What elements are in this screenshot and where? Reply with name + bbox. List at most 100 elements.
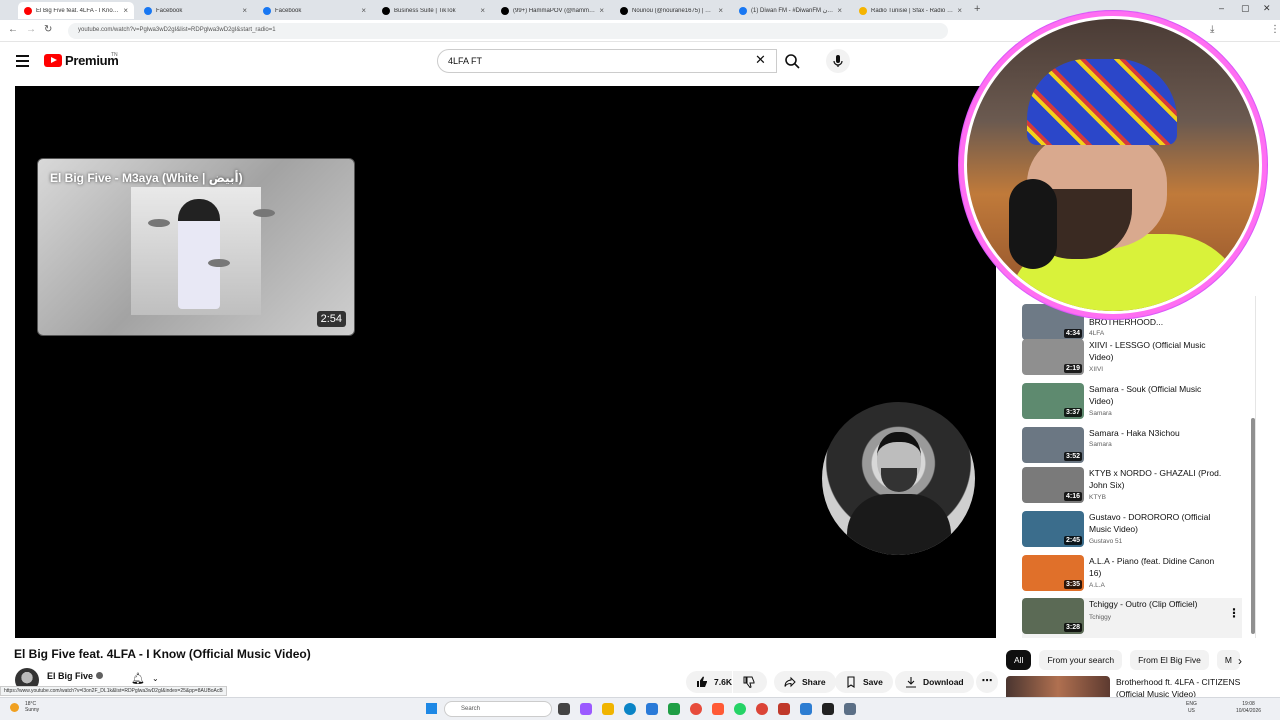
- video-thumbnail: 3:35: [1022, 555, 1084, 591]
- youtube-premium-logo[interactable]: Premium TN: [44, 52, 119, 68]
- taskbar-search[interactable]: Search: [444, 701, 552, 717]
- close-window-icon[interactable]: ✕: [1263, 3, 1271, 14]
- video-player[interactable]: El Big Five - M3aya (White | أبيض) 2:54: [15, 86, 996, 638]
- facebook-favicon-icon: [263, 6, 271, 15]
- browser-tab-tiktok-hammapov[interactable]: (99+) HammaPOV (@hammapo ×: [495, 2, 610, 19]
- clear-search-icon[interactable]: ✕: [755, 52, 766, 68]
- app-icon[interactable]: [822, 703, 834, 715]
- close-tab-icon[interactable]: ×: [123, 6, 128, 15]
- duration-badge: 3:52: [1063, 452, 1082, 461]
- channel-name: Samara: [1089, 441, 1112, 448]
- avatar-body-shape: [847, 494, 951, 555]
- download-button[interactable]: Download: [895, 671, 974, 693]
- close-tab-icon[interactable]: ×: [718, 6, 723, 15]
- weather-widget[interactable]: 18°C Sunny: [10, 701, 39, 713]
- chip-more[interactable]: M: [1216, 650, 1240, 670]
- more-options-icon[interactable]: ⋮: [1228, 606, 1240, 620]
- back-arrow-icon[interactable]: ←: [8, 24, 18, 35]
- app-icon[interactable]: [580, 703, 592, 715]
- new-tab-icon[interactable]: +: [974, 3, 980, 15]
- chrome-icon-2[interactable]: [756, 703, 768, 715]
- chip-from-channel[interactable]: From El Big Five: [1130, 650, 1209, 670]
- chrome-icon[interactable]: [690, 703, 702, 715]
- download-icon[interactable]: ⤓: [1210, 24, 1214, 35]
- search-input[interactable]: 4LFA FT: [437, 49, 777, 73]
- playlist-scrollbar[interactable]: [1251, 418, 1255, 634]
- notification-bell-icon[interactable]: 🔔︎: [131, 672, 145, 685]
- video-thumbnail: 4:16: [1022, 467, 1084, 503]
- close-tab-icon[interactable]: ×: [480, 6, 485, 15]
- video-title: Samara - Souk (Official Music Video): [1089, 384, 1202, 406]
- list-item[interactable]: 3:37 Samara - Souk (Official Music Video…: [1022, 383, 1242, 423]
- browser-tab-facebook-1[interactable]: Facebook ×: [138, 2, 253, 19]
- list-item[interactable]: 2:19 XIIVI - LESSGO (Official Music Vide…: [1022, 339, 1242, 379]
- settings-gear-icon[interactable]: [844, 703, 856, 715]
- list-item[interactable]: 4:16 KTYB x NORDO - GHAZALI (Prod. John …: [1022, 467, 1242, 507]
- browser-tab-tiktok-nounou[interactable]: Nounou (@nourane1675) | TikT ×: [614, 2, 729, 19]
- endscreen-channel-avatar[interactable]: [822, 402, 975, 555]
- language-indicator[interactable]: ENG US: [1186, 701, 1197, 715]
- microphone-shape: [1009, 179, 1057, 269]
- brave-icon[interactable]: [712, 703, 724, 715]
- microphone-icon: [833, 55, 843, 67]
- excel-icon[interactable]: [668, 703, 680, 715]
- like-button[interactable]: 7.6K: [686, 671, 732, 693]
- close-tab-icon[interactable]: ×: [599, 6, 604, 15]
- video-title: KTYB x NORDO - GHAZALI (Prod. John Six): [1089, 468, 1222, 490]
- lang-region: US: [1187, 708, 1195, 714]
- whatsapp-icon[interactable]: [734, 703, 746, 715]
- browser-tab-facebook-2[interactable]: Facebook ×: [257, 2, 372, 19]
- voice-search-button[interactable]: [826, 49, 850, 73]
- forward-arrow-icon[interactable]: →: [26, 24, 36, 35]
- app-icon[interactable]: [778, 703, 790, 715]
- list-item[interactable]: 2:45 Gustavo - DORORORO (Official Music …: [1022, 511, 1242, 551]
- clock-date: 10/04/2026: [1236, 708, 1262, 714]
- windows-start-icon[interactable]: [426, 703, 437, 714]
- browser-tab-tiktok-business[interactable]: Business Suite | TikTok ×: [376, 2, 491, 19]
- close-tab-icon[interactable]: ×: [837, 6, 842, 15]
- close-tab-icon[interactable]: ×: [957, 6, 962, 15]
- chevron-down-icon[interactable]: ⌄: [152, 674, 159, 683]
- chip-from-your-search[interactable]: From your search: [1039, 650, 1123, 670]
- download-icon: [906, 677, 916, 688]
- channel-name[interactable]: El Big Five: [47, 671, 93, 681]
- url-field[interactable]: youtube.com/watch?v=Pglwa3wD2gI&list=RDP…: [68, 23, 948, 39]
- channel-name: XIIVI: [1089, 366, 1104, 373]
- close-tab-icon[interactable]: ×: [242, 6, 247, 15]
- clock-time: 19:08: [1242, 701, 1255, 707]
- hamburger-menu-icon[interactable]: [16, 55, 29, 70]
- browser-tab-diwan-fm[interactable]: (1) Diwan FM - #DiwanFM دیوان ×: [733, 2, 848, 19]
- more-actions-button[interactable]: ⋯: [976, 671, 998, 693]
- minimize-window-icon[interactable]: –: [1219, 3, 1224, 13]
- chevron-right-icon[interactable]: ›: [1238, 654, 1242, 668]
- duration-badge: 4:16: [1063, 492, 1082, 501]
- save-button[interactable]: Save: [835, 671, 893, 693]
- duration-badge: 3:35: [1063, 580, 1082, 589]
- tab-title: Facebook: [275, 7, 302, 14]
- edge-icon[interactable]: [624, 703, 636, 715]
- endscreen-video-card[interactable]: El Big Five - M3aya (White | أبيض) 2:54: [37, 158, 355, 336]
- store-icon[interactable]: [646, 703, 658, 715]
- app-icon[interactable]: [800, 703, 812, 715]
- clock[interactable]: 19:08 10/04/2026: [1236, 701, 1261, 715]
- search-button[interactable]: [778, 49, 808, 73]
- reload-icon[interactable]: ↻: [44, 24, 52, 35]
- file-explorer-icon[interactable]: [602, 703, 614, 715]
- chip-all[interactable]: All: [1006, 650, 1032, 670]
- task-view-icon[interactable]: [558, 703, 570, 715]
- dislike-button[interactable]: [733, 671, 767, 693]
- list-item[interactable]: 3:35 A.L.A - Piano (feat. Didine Canon 1…: [1022, 555, 1242, 595]
- radio-favicon-icon: [859, 6, 867, 15]
- browser-menu-icon[interactable]: ⋮: [1270, 24, 1280, 35]
- close-tab-icon[interactable]: ×: [361, 6, 366, 15]
- duration-badge: 3:37: [1063, 408, 1082, 417]
- browser-tab-youtube[interactable]: El Big Five feat. 4LFA - I Know (Officia…: [18, 2, 134, 19]
- share-button[interactable]: Share: [774, 671, 836, 693]
- tab-title: (1) Diwan FM - #DiwanFM دیوان: [751, 8, 833, 14]
- list-item[interactable]: 3:52 Samara - Haka N3ichou Samara: [1022, 427, 1242, 467]
- browser-tab-radio-tunisie[interactable]: Radio Tunisie | Sfax - Radio Diw ×: [853, 2, 968, 19]
- list-item[interactable]: 3:28 Tchiggy - Outro (Clip Officiel) Tch…: [1022, 598, 1242, 638]
- video-thumbnail: 2:19: [1022, 339, 1084, 375]
- link-status-bar: https://www.youtube.com/watch?v=l3on2F_D…: [0, 686, 227, 696]
- maximize-window-icon[interactable]: ▢: [1241, 3, 1250, 14]
